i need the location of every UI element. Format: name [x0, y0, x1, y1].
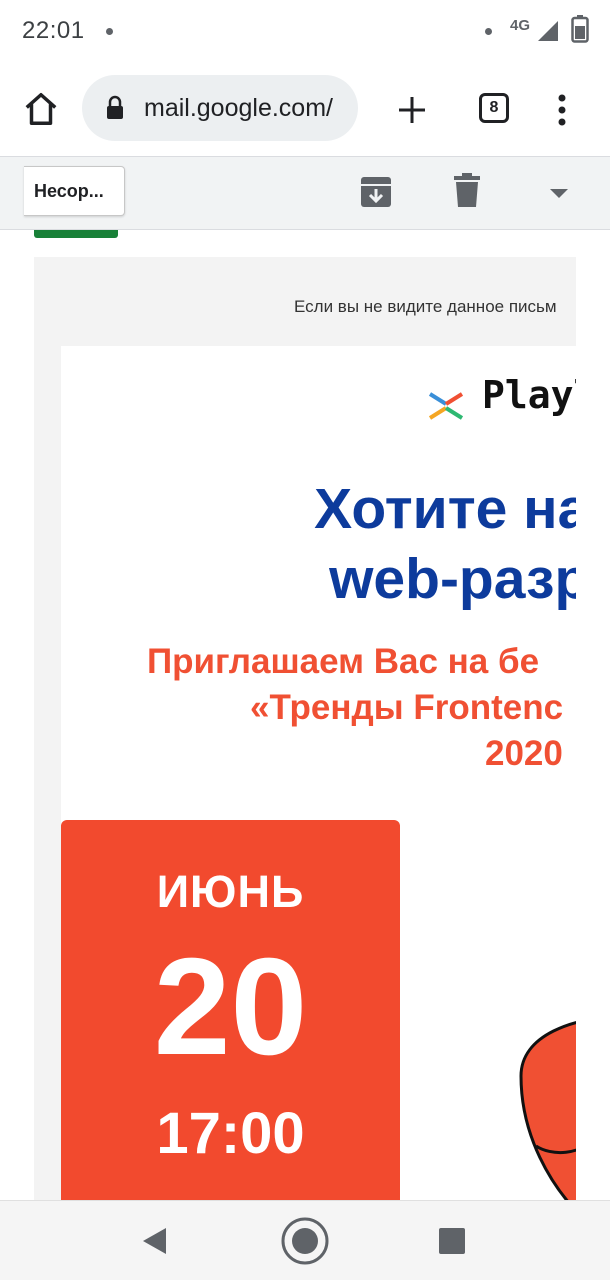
notification-dot-right	[485, 28, 492, 35]
tab-switcher-icon[interactable]: 8	[479, 93, 509, 123]
home-icon[interactable]	[22, 90, 60, 128]
notification-dot	[106, 28, 113, 35]
subtitle-line-1: Приглашаем Вас на бе	[147, 642, 540, 681]
preheader-text[interactable]: Если вы не видите данное письм	[294, 297, 557, 317]
playlist-logo-icon	[428, 392, 464, 420]
email-body[interactable]: Если вы не видите данное письм Playl Хот…	[0, 230, 610, 1200]
person-illustration	[519, 1021, 576, 1200]
newsletter-frame: Если вы не видите данное письм Playl Хот…	[34, 257, 576, 1200]
new-tab-icon[interactable]	[396, 94, 428, 126]
trash-icon[interactable]	[454, 173, 480, 207]
home-nav-icon[interactable]	[280, 1216, 330, 1266]
dropdown-icon[interactable]	[549, 188, 569, 200]
back-nav-icon[interactable]	[142, 1227, 168, 1255]
recents-nav-icon[interactable]	[439, 1228, 465, 1254]
subtitle-line-2: «Тренды Frontenc	[250, 688, 564, 727]
status-time: 22:01	[22, 17, 85, 44]
status-bar: 22:01 4G	[0, 0, 610, 62]
battery-icon	[571, 15, 589, 43]
signal-icon	[538, 21, 558, 41]
browser-toolbar: mail.google.com/ 8	[0, 62, 610, 156]
date-block: ИЮНЬ 20 17:00	[61, 820, 400, 1200]
logo-text: Playl	[482, 373, 576, 417]
system-nav-bar	[0, 1200, 610, 1280]
network-type: 4G	[510, 17, 531, 34]
gmail-action-bar: Несор...	[0, 156, 610, 230]
date-month: ИЮНЬ	[156, 866, 305, 917]
subtitle-line-3: 2020	[485, 734, 563, 773]
newsletter-card: Playl Хотите нау web-разра Приглашаем Ва…	[61, 346, 576, 1200]
url-text[interactable]: mail.google.com/	[144, 94, 333, 123]
lock-icon	[107, 95, 123, 119]
menu-dots-icon[interactable]	[554, 93, 570, 127]
green-button-edge[interactable]	[34, 230, 118, 238]
headline-line-2: web-разра	[329, 547, 576, 611]
date-day: 20	[153, 930, 308, 1084]
url-bar[interactable]: mail.google.com/	[82, 75, 358, 141]
archive-icon[interactable]	[360, 175, 392, 209]
back-label: Несор...	[34, 181, 104, 201]
back-tab-body: Несор...	[24, 166, 125, 216]
headline-line-1: Хотите нау	[314, 477, 576, 541]
date-time: 17:00	[156, 1101, 305, 1166]
